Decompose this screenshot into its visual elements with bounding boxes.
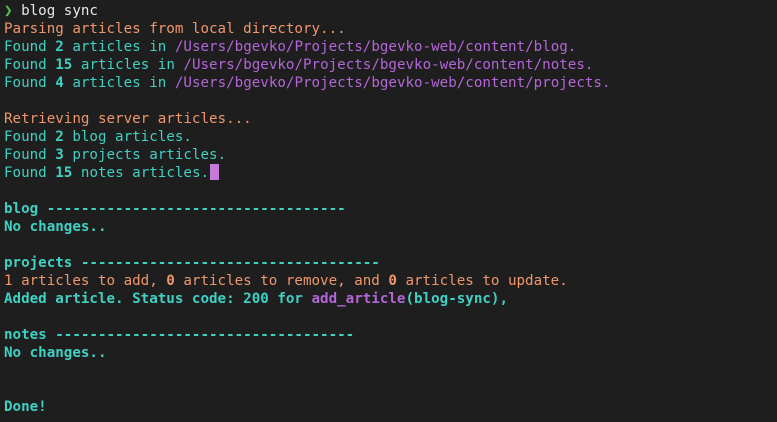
status-notes: No changes..: [4, 345, 107, 361]
server-line-projects: Found 3 projects articles.: [4, 146, 777, 164]
section-header-projects: projects -------------------------------…: [4, 255, 380, 271]
parse-line-notes: Found 15 articles in /Users/bgevko/Proje…: [4, 56, 777, 74]
server-heading: Retrieving server articles...: [4, 111, 252, 127]
summary-text: articles to update.: [396, 273, 568, 289]
added-prefix: Added article. Status code:: [4, 291, 244, 307]
remove-count: 0: [166, 273, 175, 289]
line-end: .: [567, 39, 577, 55]
parse-heading: Parsing articles from local directory...: [4, 21, 346, 37]
article-count: 3: [55, 147, 64, 163]
terminal-window[interactable]: ❯ blog sync Parsing articles from local …: [0, 0, 777, 422]
article-count: 2: [55, 129, 64, 145]
directory-path: /Users/bgevko/Projects/bgevko-web/conten…: [183, 57, 543, 73]
line-mid: articles in: [63, 75, 175, 91]
article-count: 2: [55, 39, 64, 55]
found-word: Found: [4, 75, 47, 91]
done-message: Done!: [4, 399, 47, 415]
found-word: Found: [4, 57, 47, 73]
parse-line-blog: Found 2 articles in /Users/bgevko/Projec…: [4, 38, 777, 56]
summary-text: articles to remove, and: [174, 273, 389, 289]
section-header-notes: notes ----------------------------------…: [4, 327, 355, 343]
article-count: 15: [55, 165, 73, 181]
for-word: for: [268, 291, 312, 307]
summary-text: articles to add,: [12, 273, 167, 289]
status-code: 200: [243, 291, 269, 307]
projects-summary: 1 articles to add, 0 articles to remove,…: [4, 272, 777, 290]
folder-name: notes: [542, 57, 585, 73]
server-line-blog: Found 2 blog articles.: [4, 128, 777, 146]
folder-name: projects: [533, 75, 602, 91]
function-argument: (blog-sync),: [405, 291, 508, 307]
found-word: Found: [4, 39, 47, 55]
prompt-arrow-icon: ❯: [4, 3, 13, 19]
line-end: .: [584, 57, 594, 73]
directory-path: /Users/bgevko/Projects/bgevko-web/conten…: [174, 39, 534, 55]
line-end: .: [601, 75, 611, 91]
terminal-cursor[interactable]: [210, 164, 220, 180]
update-count: 0: [388, 273, 397, 289]
added-article-line: Added article. Status code: 200 for add_…: [4, 290, 777, 308]
article-count: 4: [55, 75, 64, 91]
directory-path: /Users/bgevko/Projects/bgevko-web/conten…: [174, 75, 534, 91]
parse-line-projects: Found 4 articles in /Users/bgevko/Projec…: [4, 74, 777, 92]
line-rest: projects articles.: [63, 147, 227, 163]
server-line-notes: Found 15 notes articles.: [4, 164, 777, 182]
folder-name: blog: [533, 39, 568, 55]
line-mid: articles in: [72, 57, 184, 73]
line-rest: blog articles.: [63, 129, 192, 145]
status-blog: No changes..: [4, 219, 107, 235]
found-word: Found: [4, 147, 47, 163]
prompt-line: ❯ blog sync: [4, 2, 777, 20]
add-count: 1: [4, 273, 13, 289]
article-count: 15: [55, 57, 73, 73]
command-text: blog sync: [21, 3, 98, 19]
found-word: Found: [4, 129, 47, 145]
section-header-blog: blog -----------------------------------: [4, 201, 346, 217]
function-name: add_article: [311, 291, 406, 307]
line-rest: notes articles.: [72, 165, 210, 181]
line-mid: articles in: [63, 39, 175, 55]
found-word: Found: [4, 165, 47, 181]
